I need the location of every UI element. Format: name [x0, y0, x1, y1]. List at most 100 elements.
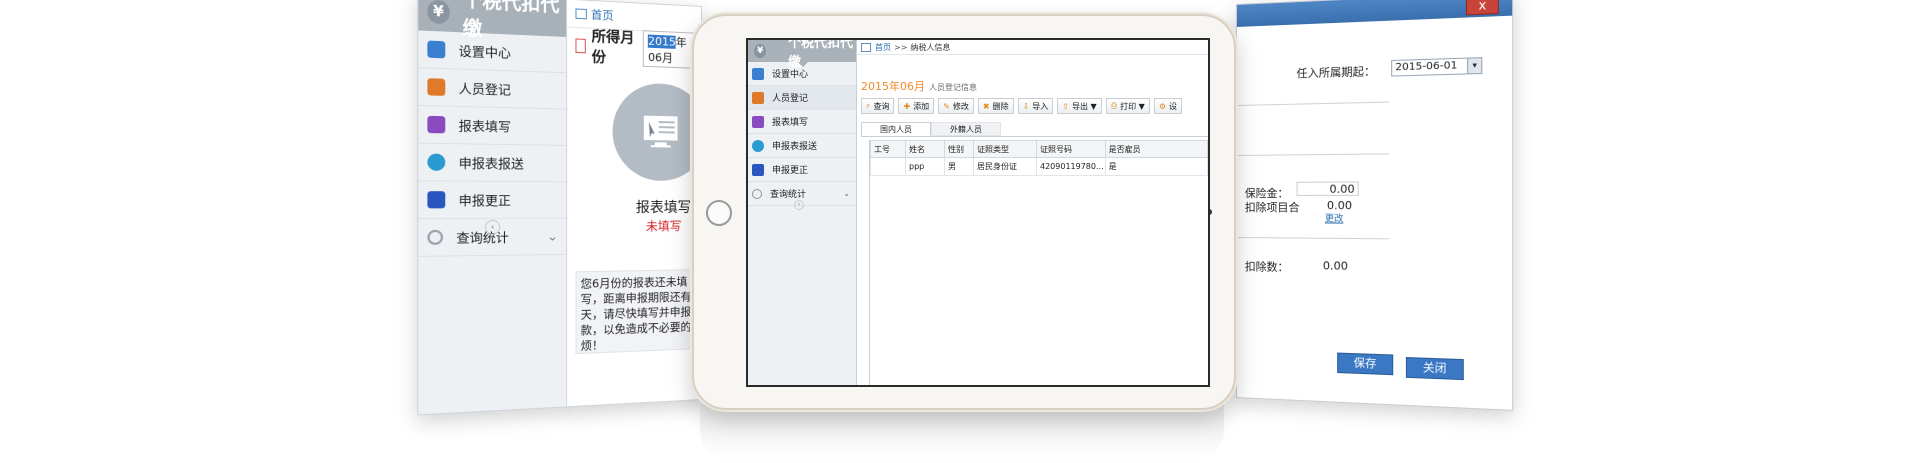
tile-status: 未填写: [645, 219, 682, 234]
breadcrumb-home-link[interactable]: 首页: [591, 6, 614, 24]
search-icon: ⌕: [866, 101, 871, 110]
left-nav-label: 设置中心: [458, 43, 511, 61]
insurance-input[interactable]: 0.00: [1296, 181, 1359, 196]
page-subtitle: 人员登记信息: [929, 83, 977, 92]
yen-logo-icon: ¥: [427, 0, 450, 25]
save-button[interactable]: 保存: [1337, 352, 1394, 376]
gear-icon: ⚙: [1158, 101, 1166, 111]
button-label: 导出 ▼: [1072, 101, 1097, 111]
form-screen-icon: [643, 115, 678, 148]
chevron-down-icon: ⌄: [843, 189, 850, 198]
dialog-titlebar: x: [1236, 0, 1513, 27]
table-cell: [870, 157, 906, 176]
button-label: 打印 ▼: [1120, 101, 1145, 111]
divider: [1236, 153, 1390, 156]
tablet-reflection: [700, 404, 1224, 460]
button-label: 删除: [992, 101, 1009, 111]
deduction-total-value: 0.00: [1322, 259, 1348, 273]
settings-button[interactable]: ⚙ 设: [1153, 98, 1182, 114]
app-header: ¥ 个税代扣代缴: [748, 40, 856, 70]
column-header[interactable]: 证照号码: [1036, 140, 1106, 158]
tile-caption: 报表填写: [635, 199, 692, 217]
nav-correction[interactable]: 申报更正: [748, 158, 856, 182]
nav-label: 查询统计: [770, 190, 807, 200]
left-nav-label: 报表填写: [458, 118, 511, 135]
period-label: 所得月份: [591, 28, 635, 67]
print-button[interactable]: ⎙ 打印 ▼: [1105, 98, 1150, 114]
column-header[interactable]: 是否雇员: [1104, 140, 1208, 158]
app-main: 首页 >> 纳税人信息 2015年06月 人员登记信息 ⌕ 查询 ✚ 添加 ✎ 修改 ✖…: [857, 40, 1208, 385]
home-icon: [575, 8, 587, 20]
settings-icon: [752, 67, 764, 80]
start-date-label: 任入所属期起：: [1296, 64, 1376, 81]
edit-icon: ✎: [943, 101, 950, 111]
left-main: 首页 所得月份 2015年06月 报表填写 未填写 您6月份的报表还未填写，距离…: [567, 0, 702, 407]
start-date-field[interactable]: 2015-06-01 ▾: [1391, 57, 1483, 77]
table-row[interactable]: ppp 男 居民身份证 42090119780... 是: [870, 157, 1208, 176]
column-header[interactable]: 姓名: [905, 140, 945, 158]
print-icon: ⎙: [1110, 101, 1118, 110]
yen-logo-icon: ¥: [754, 44, 767, 58]
add-button[interactable]: ✚ 添加: [898, 98, 935, 114]
dialog-close-icon[interactable]: x: [1465, 0, 1499, 16]
table-cell: 是: [1104, 157, 1208, 176]
background-dialog-right: x 任入所属期起： 2015-06-01 ▾ 保险金： 0.00 扣除项目合 0.…: [1236, 0, 1514, 411]
tab-foreign[interactable]: 外籍人员: [931, 122, 1001, 136]
tab-domestic[interactable]: 国内人员: [861, 122, 931, 136]
breadcrumb-separator: >>: [894, 42, 908, 52]
change-link[interactable]: 更改: [1325, 211, 1343, 224]
personnel-table: 工号 姓名 性别 证照类型 证照号码 是否雇员 ppp 男 居民身份证 4209…: [869, 140, 1208, 385]
delete-button[interactable]: ✖ 删除: [977, 98, 1014, 114]
column-header[interactable]: 证照类型: [973, 140, 1037, 158]
tab-bar: 国内人员 外籍人员: [861, 122, 1208, 137]
query-button[interactable]: ⌕ 查询: [861, 98, 895, 114]
left-nav-report-fill[interactable]: 报表填写: [418, 105, 567, 146]
left-nav-personnel[interactable]: 人员登记: [418, 68, 567, 110]
settings-icon: [427, 40, 446, 59]
nav-label: 人员登记: [772, 94, 809, 104]
breadcrumb-home-link[interactable]: 首页: [875, 42, 891, 53]
home-button-icon: [706, 200, 732, 226]
collapse-button[interactable]: ‹: [484, 219, 501, 235]
tablet-device: ¥ 个税代扣代缴 设置中心 人员登记 报表填写 申报表报送 申报更正 查询统计 ⌄…: [692, 14, 1236, 410]
edit-button[interactable]: ✎ 修改: [938, 98, 974, 114]
column-header[interactable]: 性别: [944, 140, 974, 158]
person-icon: [427, 78, 446, 96]
deduction-label: 扣除项目合: [1244, 201, 1300, 215]
delete-icon: ✖: [982, 101, 990, 111]
export-icon: ⇧: [1062, 101, 1069, 111]
left-nav-label: 查询统计: [456, 229, 509, 246]
export-button[interactable]: ⇧ 导出 ▼: [1057, 98, 1102, 114]
date-dropdown-icon[interactable]: ▾: [1467, 58, 1482, 74]
table-header-row: 工号 姓名 性别 证照类型 证照号码 是否雇员: [870, 140, 1208, 158]
button-label: 设: [1168, 101, 1177, 111]
left-nav-correction[interactable]: 申报更正: [418, 181, 567, 220]
nav-personnel[interactable]: 人员登记: [748, 86, 856, 110]
report-fill-tile[interactable]: [612, 82, 702, 182]
left-nav-label: 申报更正: [458, 192, 511, 208]
correction-icon: [427, 191, 446, 209]
import-icon: ⇩: [1022, 101, 1030, 111]
sidebar-collapse-button[interactable]: ‹: [794, 200, 804, 210]
import-button[interactable]: ⇩ 导入: [1017, 98, 1054, 114]
column-header[interactable]: 工号: [870, 140, 906, 158]
close-button[interactable]: 关闭: [1405, 357, 1464, 381]
report-icon: [752, 115, 764, 128]
left-nav-report-submit[interactable]: 申报表报送: [418, 143, 567, 183]
submit-icon: [427, 153, 446, 171]
button-label: 导入: [1032, 101, 1049, 111]
divider: [1236, 237, 1390, 240]
calendar-icon: [575, 38, 586, 54]
submit-icon: [752, 139, 764, 152]
nav-report-submit[interactable]: 申报表报送: [748, 134, 856, 158]
page-header: 2015年06月 人员登记信息: [861, 78, 977, 94]
button-label: 查询: [873, 101, 890, 111]
deadline-notice: 您6月份的报表还未填写，距离申报期限还有5天，请尽快填写并申报缴款，以免造成不必…: [575, 268, 702, 355]
search-icon: [427, 229, 444, 245]
nav-report-fill[interactable]: 报表填写: [748, 110, 856, 134]
button-label: 修改: [952, 101, 969, 111]
breadcrumb-current: 纳税人信息: [910, 42, 951, 52]
left-nav-label: 申报表报送: [458, 155, 524, 171]
page-title: 2015年06月: [861, 80, 925, 93]
period-row: 所得月份 2015年06月: [567, 28, 702, 69]
